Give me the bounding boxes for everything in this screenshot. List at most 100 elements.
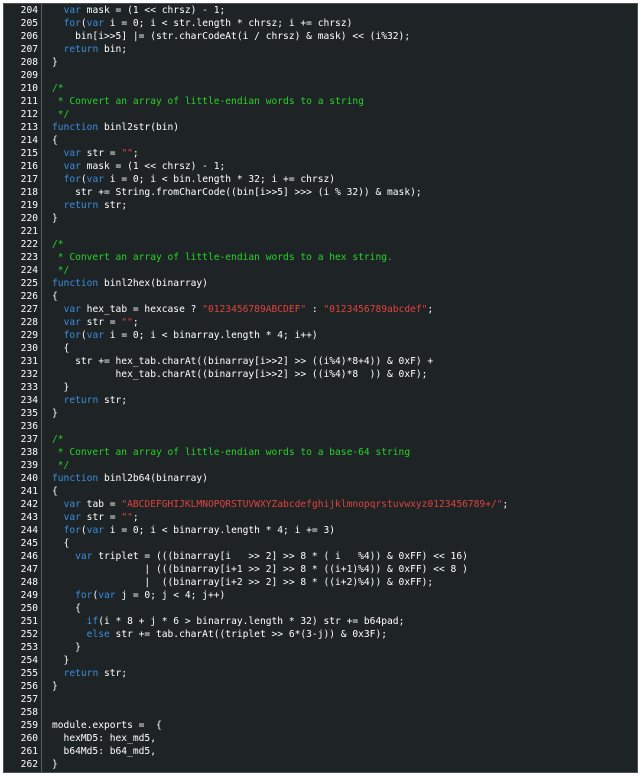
code-line[interactable]: 219 return str; — [4, 199, 637, 212]
code-line[interactable]: 231 str += hex_tab.charAt((binarray[i>>2… — [4, 355, 637, 368]
code-lines[interactable]: 204 var mask = (1 << chrsz) - 1; 205 for(… — [4, 4, 637, 771]
code-line[interactable]: 240 function binl2b64(binarray) — [4, 472, 637, 485]
line-number: 230 — [20, 343, 38, 354]
code-line[interactable]: 225 function binl2hex(binarray) — [4, 277, 637, 290]
code-line[interactable]: 227 var hex_tab = hexcase ? "0123456789A… — [4, 303, 637, 316]
code-line[interactable]: 218 str += String.fromCharCode((bin[i>>5… — [4, 186, 637, 199]
code-line[interactable]: 204 var mask = (1 << chrsz) - 1; — [4, 4, 637, 17]
code-line[interactable]: 207 return bin; — [4, 43, 637, 56]
code-line[interactable]: 241 { — [4, 485, 637, 498]
code-line[interactable]: 249 for(var j = 0; j < 4; j++) — [4, 589, 637, 602]
code-line[interactable]: 229 for(var i = 0; i < binarray.length *… — [4, 329, 637, 342]
line-number: 253 — [20, 642, 38, 653]
code-line[interactable]: 228 var str = ""; — [4, 316, 637, 329]
code-line[interactable]: 211 * Convert an array of little-endian … — [4, 95, 637, 108]
code-line[interactable]: 214 { — [4, 134, 637, 147]
code-token: } — [52, 57, 58, 68]
code-line[interactable]: 246 var triplet = (((binarray[i >> 2] >>… — [4, 550, 637, 563]
code-line[interactable]: 255 return str; — [4, 667, 637, 680]
code-line[interactable]: 234 return str; — [4, 394, 637, 407]
code-line[interactable]: 237 /* — [4, 433, 637, 446]
code-line[interactable]: 253 } — [4, 641, 637, 654]
code-line[interactable]: 230 { — [4, 342, 637, 355]
code-line[interactable]: 220} — [4, 212, 637, 225]
code-line[interactable]: 244 for(var i = 0; i < binarray.length *… — [4, 524, 637, 537]
code-line[interactable]: 262} — [4, 758, 637, 771]
code-line[interactable]: 213 function binl2str(bin) — [4, 121, 637, 134]
code-line[interactable]: 242 var tab = "ABCDEFGHIJKLMNOPQRSTUVWXY… — [4, 498, 637, 511]
code-line[interactable]: 248 | ((binarray[i+2 >> 2] >> 8 * ((i+2)… — [4, 576, 637, 589]
code-line[interactable]: 210 /* — [4, 82, 637, 95]
code-line[interactable]: 223 * Convert an array of little-endian … — [4, 251, 637, 264]
code-line[interactable]: 209 — [4, 69, 637, 82]
code-token: | (((binarray[i+1 >> 2] >> 8 * ((i+1)%4)… — [52, 564, 468, 575]
code-token: str += tab.charAt((triplet >> 6*(3-j)) &… — [109, 629, 388, 640]
line-number: 236 — [20, 421, 38, 432]
code-text: } — [52, 56, 58, 69]
line-number: 250 — [20, 603, 38, 614]
code-line[interactable]: 222 /* — [4, 238, 637, 251]
code-line[interactable]: 205 for(var i = 0; i < str.length * chrs… — [4, 17, 637, 30]
code-line[interactable]: 247 | (((binarray[i+1 >> 2] >> 8 * ((i+1… — [4, 563, 637, 576]
code-line[interactable]: 260 hexMD5: hex_md5, — [4, 732, 637, 745]
code-line[interactable]: 257 — [4, 693, 637, 706]
code-line[interactable]: 232 hex_tab.charAt((binarray[i>>2] >> ((… — [4, 368, 637, 381]
code-line[interactable]: 251 if(i * 8 + j * 6 > binarray.length *… — [4, 615, 637, 628]
code-line[interactable]: 256} — [4, 680, 637, 693]
code-line[interactable]: 258 — [4, 706, 637, 719]
code-token: { — [52, 135, 58, 146]
line-number: 215 — [20, 148, 38, 159]
line-number: 257 — [20, 694, 38, 705]
keyword-token: else — [86, 629, 110, 640]
code-token: str; — [98, 395, 128, 406]
line-number: 239 — [20, 460, 38, 471]
code-token: } — [52, 655, 70, 666]
code-line[interactable]: 206 bin[i>>5] |= (str.charCodeAt(i / chr… — [4, 30, 637, 43]
code-token: str += String.fromCharCode((bin[i>>5] >>… — [52, 187, 422, 198]
code-token: { — [52, 291, 58, 302]
code-line[interactable]: 254 } — [4, 654, 637, 667]
keyword-token: var — [63, 304, 81, 315]
code-text: } — [52, 212, 58, 225]
code-token: i = 0; i < binarray.length * 4; i++) — [104, 330, 318, 341]
code-line[interactable]: 215 var str = ""; — [4, 147, 637, 160]
code-line[interactable]: 238 * Convert an array of little-endian … — [4, 446, 637, 459]
code-line[interactable]: 239 */ — [4, 459, 637, 472]
code-text: /* — [52, 238, 64, 251]
code-line[interactable]: 216 var mask = (1 << chrsz) - 1; — [4, 160, 637, 173]
code-line[interactable]: 233 } — [4, 381, 637, 394]
line-number: 210 — [20, 83, 38, 94]
code-line[interactable]: 243 var str = ""; — [4, 511, 637, 524]
code-line[interactable]: 259 module.exports = { — [4, 719, 637, 732]
code-line[interactable]: 250 { — [4, 602, 637, 615]
code-text: function binl2str(bin) — [52, 121, 179, 134]
line-number: 260 — [20, 733, 38, 744]
code-line[interactable]: 261 b64Md5: b64_md5, — [4, 745, 637, 758]
code-line[interactable]: 252 else str += tab.charAt((triplet >> 6… — [4, 628, 637, 641]
line-number: 208 — [20, 57, 38, 68]
line-number: 251 — [20, 616, 38, 627]
line-number: 252 — [20, 629, 38, 640]
keyword-token: return — [63, 395, 99, 406]
string-token: "0123456789abcdef" — [323, 304, 428, 315]
code-line[interactable]: 208} — [4, 56, 637, 69]
code-text: for(var j = 0; j < 4; j++) — [52, 589, 225, 602]
code-line[interactable]: 224 */ — [4, 264, 637, 277]
keyword-token: var — [63, 317, 81, 328]
code-line[interactable]: 235} — [4, 407, 637, 420]
code-token: ; — [132, 512, 139, 523]
code-line[interactable]: 226 { — [4, 290, 637, 303]
keyword-token: var — [63, 512, 81, 523]
code-token: bin[i>>5] |= (str.charCodeAt(i / chrsz) … — [52, 31, 411, 42]
code-text: b64Md5: b64_md5, — [52, 745, 156, 758]
code-text: { — [52, 602, 81, 615]
code-line[interactable]: 245 { — [4, 537, 637, 550]
code-line[interactable]: 212 */ — [4, 108, 637, 121]
code-line[interactable]: 236 — [4, 420, 637, 433]
code-line[interactable]: 221 — [4, 225, 637, 238]
code-editor[interactable]: 204 var mask = (1 << chrsz) - 1; 205 for(… — [3, 3, 638, 773]
code-line[interactable]: 217 for(var i = 0; i < bin.length * 32; … — [4, 173, 637, 186]
code-token: | ((binarray[i+2 >> 2] >> 8 * ((i+2)%4))… — [52, 577, 434, 588]
